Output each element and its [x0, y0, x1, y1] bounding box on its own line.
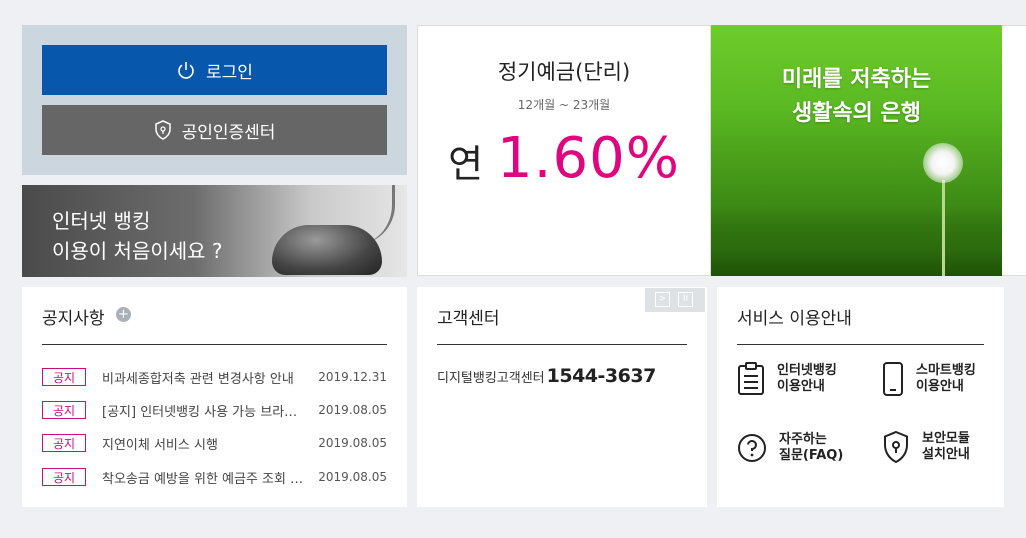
slogan-line-1: 미래를 저축하는	[781, 67, 932, 92]
service-label-line-2: 질문(FAQ)	[779, 448, 844, 463]
service-label: 스마트뱅킹 이용안내	[916, 363, 976, 395]
smartphone-icon	[883, 362, 903, 396]
slogan-line-2: 생활속의 은행	[791, 101, 922, 126]
service-label-line-2: 이용안내	[916, 379, 964, 394]
notice-tag: 공지	[42, 368, 86, 386]
divider	[437, 344, 687, 345]
service-label-line-1: 스마트뱅킹	[916, 363, 976, 378]
notice-text[interactable]: 착오송금 예방을 위한 예금주 조회 서비스 안내	[102, 468, 307, 487]
bank-slogan-banner[interactable]: 미래를 저축하는 생활속의 은행	[711, 25, 1002, 276]
clipboard-icon	[738, 362, 764, 395]
next-banner-edge	[1002, 25, 1026, 276]
dandelion-graphic	[923, 143, 963, 183]
service-security-module[interactable]: 보안모듈 설치안내	[882, 430, 970, 464]
login-button-label: 로그인	[206, 62, 253, 83]
service-guide-title: 서비스 이용안내	[737, 309, 852, 329]
customer-center-title: 고객센터	[437, 309, 500, 329]
service-label: 보안모듈 설치안내	[922, 431, 970, 463]
dandelion-stem-graphic	[942, 180, 945, 276]
service-label-line-1: 인터넷뱅킹	[777, 363, 837, 378]
service-label-line-1: 자주하는	[779, 432, 827, 447]
service-label: 인터넷뱅킹 이용안내	[777, 363, 837, 395]
internet-banking-guide-banner[interactable]: 인터넷 뱅킹 이용이 처음이세요 ?	[22, 185, 407, 277]
service-internet-banking[interactable]: 인터넷뱅킹 이용안내	[737, 362, 837, 396]
rate-prefix: 연	[448, 142, 484, 186]
divider	[737, 344, 984, 345]
service-label: 자주하는 질문(FAQ)	[779, 432, 843, 464]
notice-row[interactable]: 공지 지연이체 서비스 시행 2019.08.05	[42, 432, 387, 454]
notice-tag: 공지	[42, 401, 86, 419]
login-button[interactable]: 로그인	[42, 45, 387, 95]
customer-center-contact: 디지털뱅킹고객센터 1544-3637	[437, 365, 656, 387]
notice-date: 2019.08.05	[318, 403, 387, 417]
notice-title: 공지사항	[42, 309, 105, 329]
notice-row[interactable]: 공지 [공지] 인터넷뱅킹 사용 가능 브라우저 안내 2019.08.05	[42, 399, 387, 421]
grass-graphic	[711, 206, 1002, 276]
power-icon	[178, 62, 194, 79]
question-circle-icon	[738, 434, 766, 462]
shield-icon	[884, 430, 908, 464]
notice-date: 2019.12.31	[318, 370, 387, 384]
service-faq[interactable]: 자주하는 질문(FAQ)	[737, 432, 843, 464]
deposit-product-promo[interactable]: 정기예금(단리) 12개월 ~ 23개월 연 1.60%	[417, 25, 711, 276]
service-label-line-1: 보안모듈	[922, 431, 970, 446]
notice-date: 2019.08.05	[318, 436, 387, 450]
certificate-center-button[interactable]: 공인인증센터	[42, 105, 387, 155]
banner-slider-controls: > II	[645, 288, 705, 312]
mouse-graphic	[272, 225, 382, 275]
chevron-right-icon[interactable]: >	[655, 292, 670, 307]
customer-center-label: 디지털뱅킹고객센터	[437, 371, 545, 386]
banner-line-2: 이용이 처음이세요 ?	[52, 239, 223, 263]
product-name: 정기예금(단리)	[497, 60, 631, 84]
notice-text[interactable]: [공지] 인터넷뱅킹 사용 가능 브라우저 안내	[102, 401, 307, 420]
product-period: 12개월 ~ 23개월	[517, 98, 611, 112]
notice-row[interactable]: 공지 비과세종합저축 관련 변경사항 안내 2019.12.31	[42, 366, 387, 388]
service-guide-card: 서비스 이용안내 인터넷뱅킹 이용안내 스마트뱅킹 이용안내 자주하는 질문(F…	[717, 287, 1004, 507]
pause-icon[interactable]: II	[678, 292, 693, 307]
notice-tag: 공지	[42, 434, 86, 452]
plus-circle-icon[interactable]: +	[116, 307, 131, 322]
service-label-line-2: 설치안내	[922, 447, 970, 462]
login-panel: 로그인 공인인증센터	[22, 25, 407, 175]
notice-row[interactable]: 공지 착오송금 예방을 위한 예금주 조회 서비스 안내 2019.08.05	[42, 466, 387, 488]
service-smart-banking[interactable]: 스마트뱅킹 이용안내	[882, 362, 976, 396]
customer-center-phone[interactable]: 1544-3637	[547, 365, 657, 387]
service-label-line-2: 이용안내	[777, 379, 825, 394]
certificate-center-label: 공인인증센터	[181, 122, 276, 143]
notice-text[interactable]: 지연이체 서비스 시행	[102, 434, 307, 453]
shield-icon	[154, 120, 171, 140]
notice-card: 공지사항 + 공지 비과세종합저축 관련 변경사항 안내 2019.12.31 …	[22, 287, 407, 507]
notice-text[interactable]: 비과세종합저축 관련 변경사항 안내	[102, 368, 307, 387]
interest-rate: 1.60%	[497, 126, 680, 191]
banner-line-1: 인터넷 뱅킹	[52, 209, 151, 233]
customer-center-card: 고객센터 디지털뱅킹고객센터 1544-3637	[417, 287, 707, 507]
rate-row: 연 1.60%	[418, 126, 710, 191]
notice-date: 2019.08.05	[318, 470, 387, 484]
divider	[42, 344, 387, 345]
notice-tag: 공지	[42, 468, 86, 486]
